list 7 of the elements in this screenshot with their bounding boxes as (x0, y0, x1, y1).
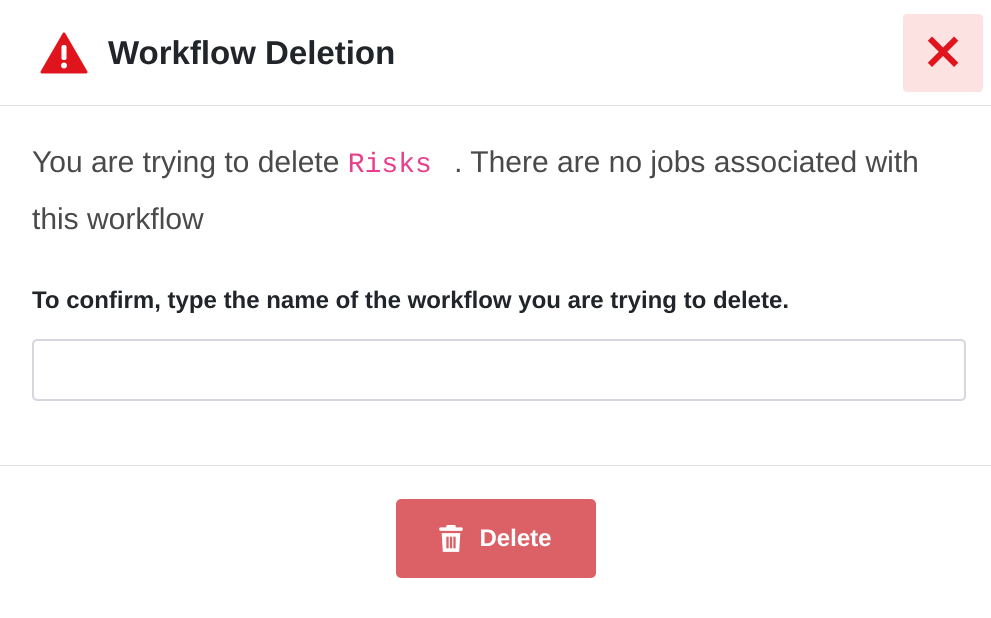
close-button[interactable]: × (903, 14, 983, 92)
confirm-label: To confirm, type the name of the workflow you are trying to delete. (32, 287, 790, 315)
warning-icon (40, 32, 88, 74)
dialog-title: Workflow Deletion (108, 34, 396, 72)
input-field[interactable] (32, 339, 966, 401)
warning-message: You are trying to delete Risks . There are no jobs associated with this workflow (32, 145, 920, 238)
trash-icon (439, 524, 464, 552)
